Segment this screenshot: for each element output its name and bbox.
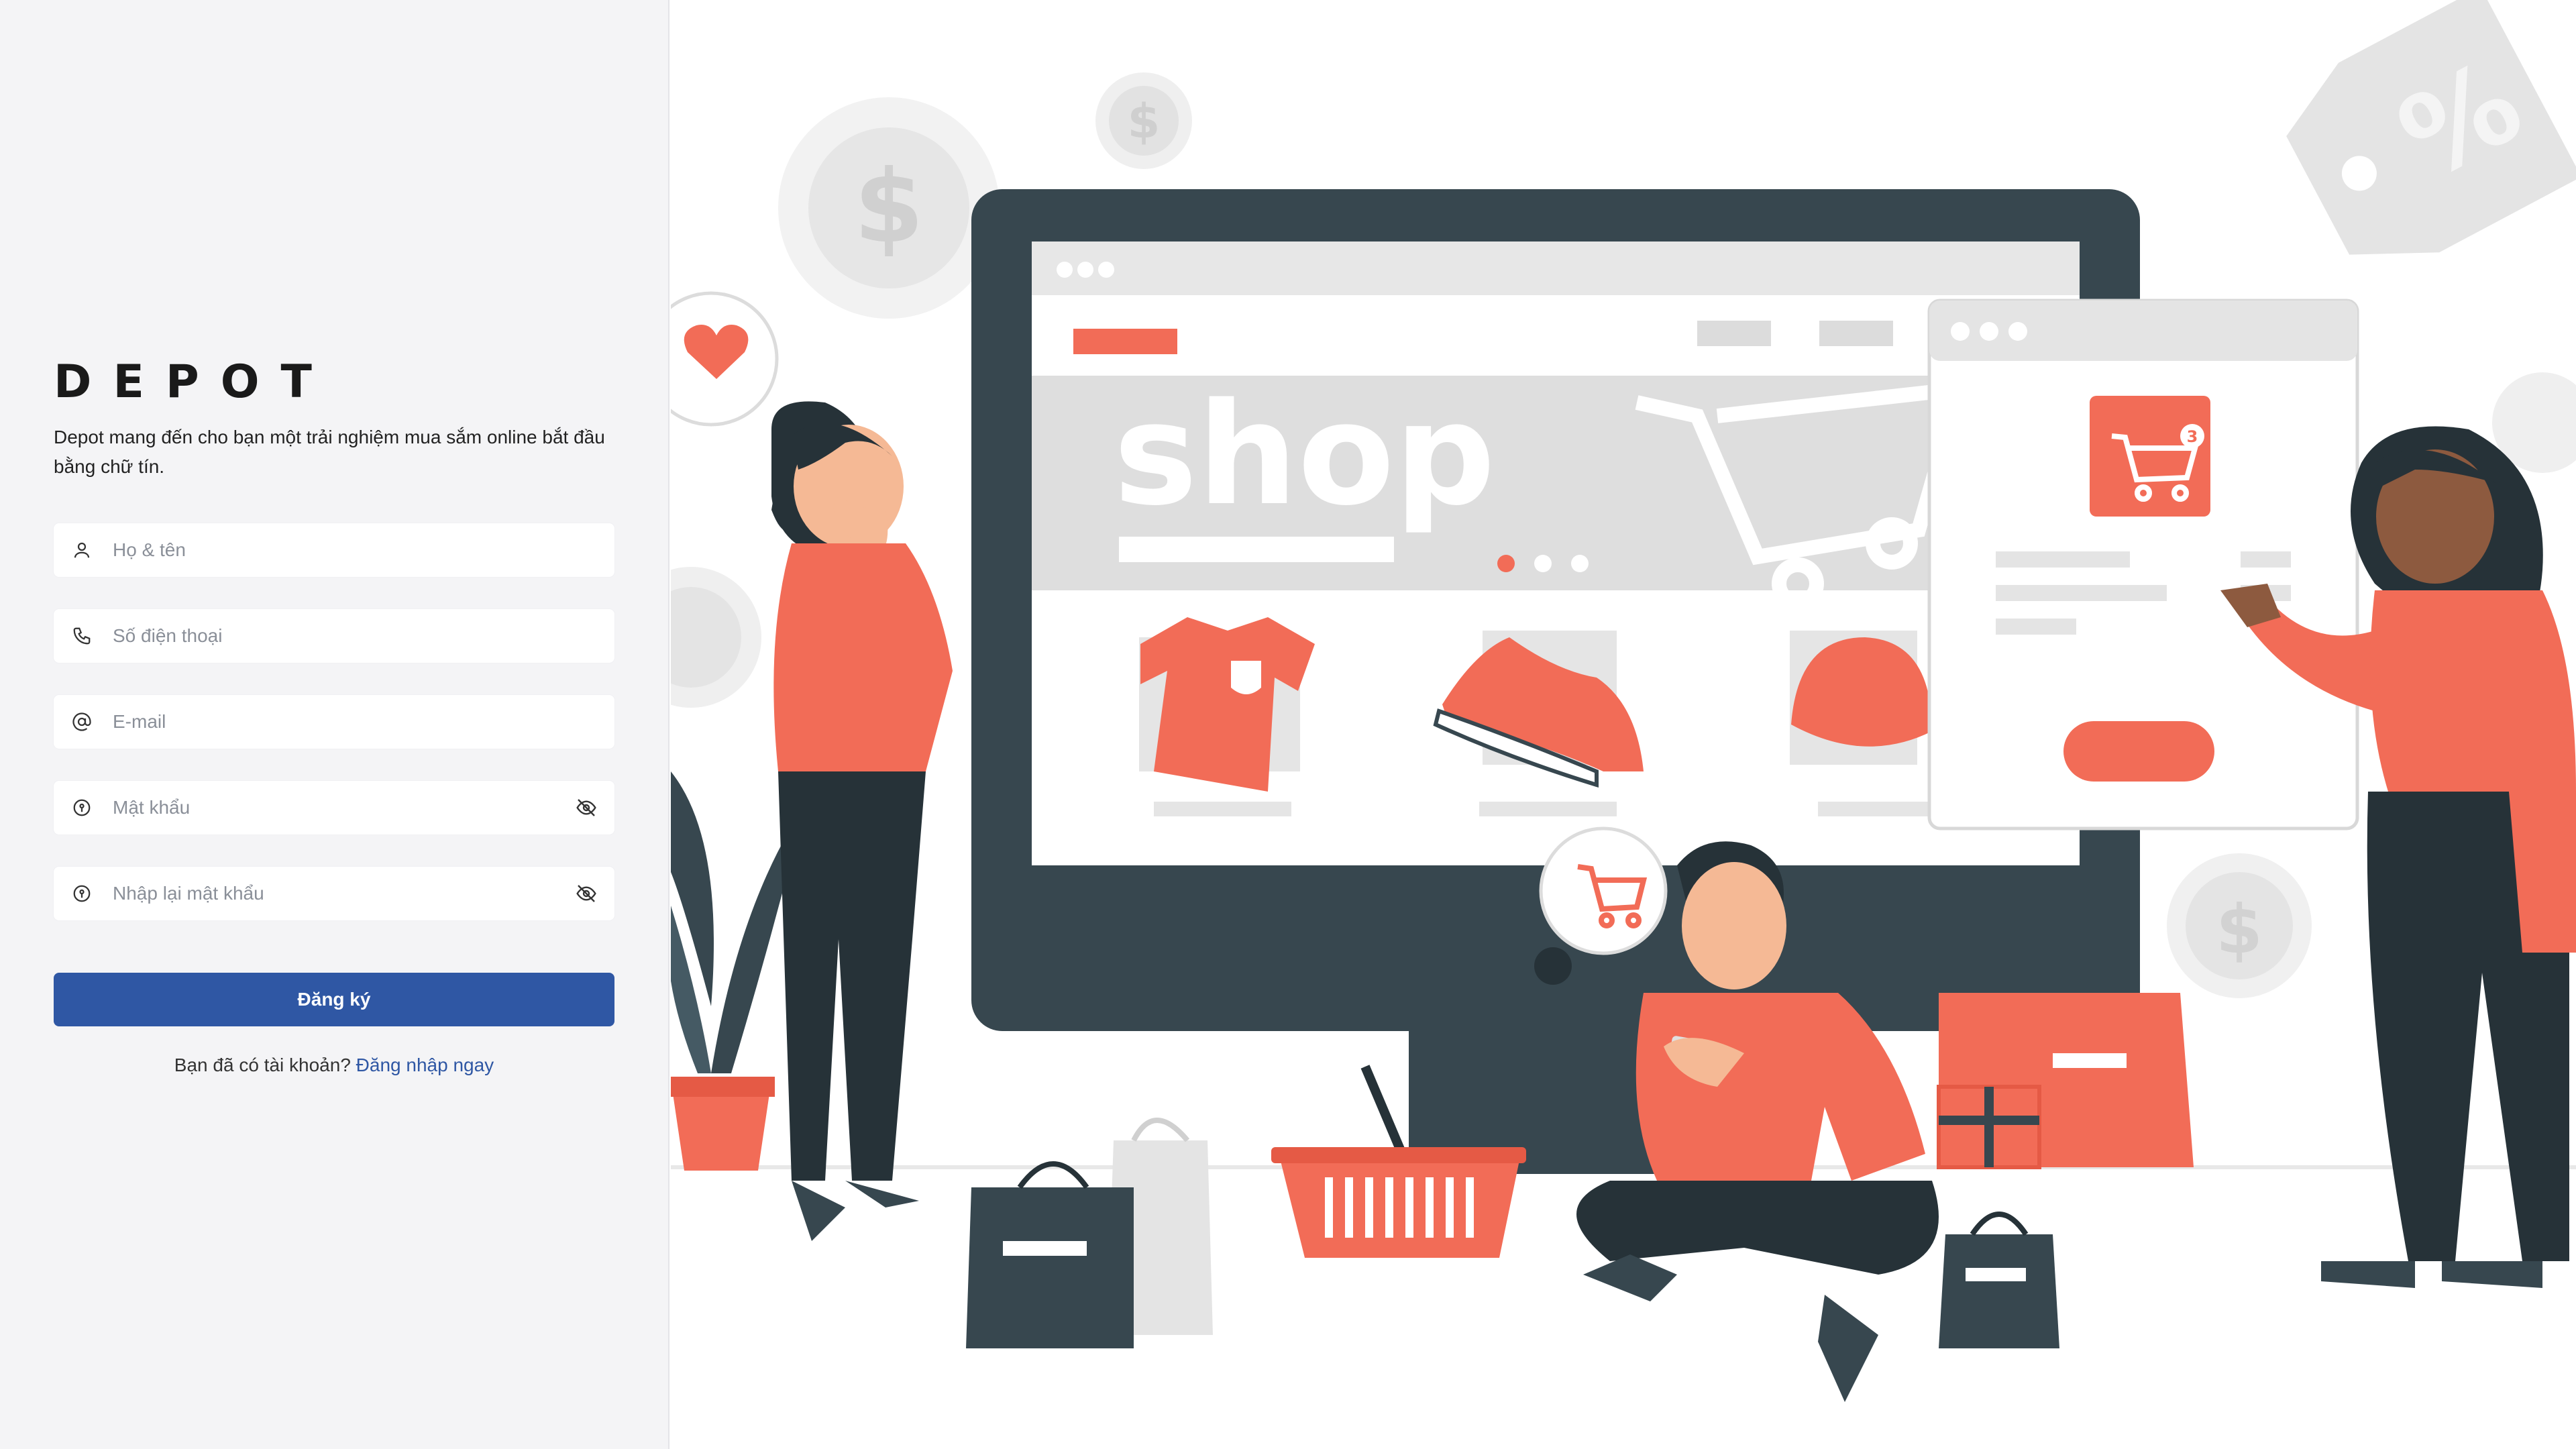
- cart-bubble: [1539, 826, 1668, 955]
- password-input[interactable]: [113, 797, 574, 818]
- price-tag-icon: %: [2286, 0, 2576, 255]
- fullname-field[interactable]: [54, 523, 614, 577]
- coin-icon: $: [2167, 853, 2312, 998]
- shopping-illustration: $ $ $ % shop 3: [671, 0, 2576, 1402]
- at-icon: [70, 710, 94, 734]
- tagline: Depot mang đến cho bạn một trải nghiệm m…: [54, 427, 605, 477]
- eye-off-icon[interactable]: [574, 881, 598, 906]
- heart-bubble: [671, 291, 779, 427]
- email-input[interactable]: [113, 711, 598, 733]
- phone-input[interactable]: [113, 625, 598, 647]
- phone-field[interactable]: [54, 609, 614, 663]
- fullname-input[interactable]: [113, 539, 598, 561]
- login-link[interactable]: Đăng nhập ngay: [356, 1055, 494, 1075]
- eye-off-icon[interactable]: [574, 796, 598, 820]
- dollar-sign: $: [2216, 890, 2263, 969]
- phone-icon: [70, 624, 94, 648]
- coin-icon: $: [778, 97, 1000, 319]
- key-icon: [70, 796, 94, 820]
- dollar-sign: $: [854, 149, 924, 266]
- login-prompt: Bạn đã có tài khoản? Đăng nhập ngay: [54, 1055, 614, 1076]
- woman-shopper-left: [771, 401, 953, 1241]
- brand-logo: DEPOT: [54, 356, 333, 409]
- signup-panel: DEPOT Depot mang đến cho bạn một trải ng…: [0, 0, 669, 1449]
- dollar-sign: $: [1128, 94, 1161, 149]
- confirm-password-field[interactable]: [54, 867, 614, 920]
- user-icon: [70, 538, 94, 562]
- coin-icon: $: [1095, 72, 1192, 169]
- coin-icon: [671, 567, 761, 708]
- shop-banner-text: shop: [1114, 372, 1495, 537]
- email-field[interactable]: [54, 695, 614, 749]
- register-button[interactable]: Đăng ký: [54, 973, 614, 1026]
- key-icon: [70, 881, 94, 906]
- password-field[interactable]: [54, 781, 614, 835]
- login-prompt-text: Bạn đã có tài khoản?: [174, 1055, 351, 1075]
- product-card: 3: [1927, 299, 2359, 830]
- cart-badge: 3: [2187, 427, 2198, 446]
- confirm-password-input[interactable]: [113, 883, 574, 904]
